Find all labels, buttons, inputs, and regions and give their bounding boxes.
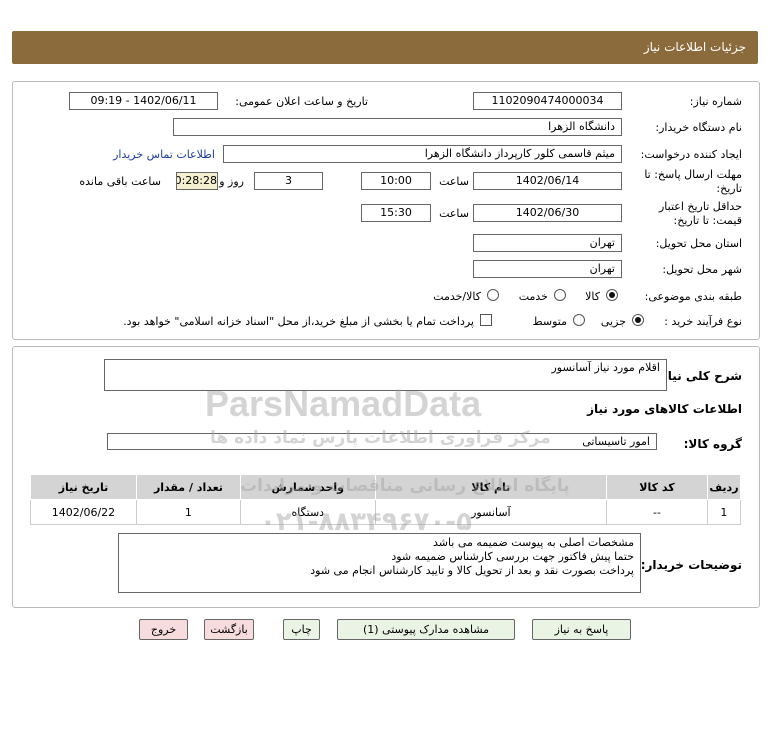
days-label: روز و xyxy=(219,175,244,188)
validity-time-label: ساعت xyxy=(439,207,469,220)
remaining-label: ساعت باقی مانده xyxy=(79,175,161,188)
deadline-date-field: 1402/06/14 xyxy=(473,172,622,190)
category-radio-goods[interactable] xyxy=(606,289,618,301)
buyer-notes-label: توضیحات خریدار: xyxy=(640,558,742,572)
col-date: تاریخ نیاز xyxy=(30,474,137,500)
col-qty: تعداد / مقدار xyxy=(135,474,241,500)
validity-label-2: قیمت: تا تاریخ: xyxy=(673,214,742,227)
category-radio-service[interactable] xyxy=(554,289,566,301)
category-goods-label: کالا xyxy=(585,290,600,303)
reply-button[interactable]: پاسخ به نیاز xyxy=(532,619,631,640)
days-field: 3 xyxy=(254,172,323,190)
page-title: جزئیات اطلاعات نیاز xyxy=(643,40,746,54)
announce-field: 1402/06/11 - 09:19 xyxy=(69,92,218,110)
goods-group-label: گروه کالا: xyxy=(683,437,742,451)
deadline-label: مهلت ارسال پاسخ: تا xyxy=(644,168,742,181)
cell-unit: دستگاه xyxy=(239,499,376,525)
view-attachments-button[interactable]: مشاهده مدارک پیوستی (1) xyxy=(337,619,515,640)
page-header: جزئیات اطلاعات نیاز xyxy=(12,31,758,64)
category-service-label: خدمت xyxy=(518,290,548,303)
col-row: ردیف xyxy=(706,474,742,500)
summary-field: اقلام مورد نیاز آسانسور xyxy=(104,359,667,391)
back-button[interactable]: بازگشت xyxy=(204,619,254,640)
deadline-time-field: 10:00 xyxy=(361,172,431,190)
goods-table-header: ردیف کد کالا نام کالا واحد شمارش تعداد /… xyxy=(30,474,742,500)
deadline-time-label: ساعت xyxy=(439,175,469,188)
validity-time-field: 15:30 xyxy=(361,204,431,222)
category-label: طبقه بندی موضوعی: xyxy=(644,290,742,303)
need-number-label: شماره نیاز: xyxy=(689,95,742,108)
creator-label: ایجاد کننده درخواست: xyxy=(640,148,742,161)
buyer-note-line: مشخصات اصلی به پیوست ضمیمه می باشد xyxy=(432,536,634,549)
goods-table: ردیف کد کالا نام کالا واحد شمارش تعداد /… xyxy=(30,474,742,525)
cell-row: 1 xyxy=(706,499,742,525)
announce-label: تاریخ و ساعت اعلان عمومی: xyxy=(235,95,368,108)
print-button[interactable]: چاپ xyxy=(283,619,320,640)
need-number-field: 1102090474000034 xyxy=(473,92,622,110)
validity-label: حداقل تاریخ اعتبار xyxy=(658,200,742,213)
contact-buyer-link[interactable]: اطلاعات تماس خریدار xyxy=(113,148,215,161)
buyer-note-line: حتما پیش فاکتور جهت بررسی کارشناس ضمیمه … xyxy=(391,550,634,563)
process-medium-label: متوسط xyxy=(532,315,567,328)
province-field: تهران xyxy=(473,234,622,252)
city-field: تهران xyxy=(473,260,622,278)
col-name: نام کالا xyxy=(374,474,608,500)
creator-field: میثم قاسمی کلور کارپرداز دانشگاه الزهرا xyxy=(223,145,622,163)
cell-name: آسانسور xyxy=(374,499,608,525)
process-label: نوع فرآیند خرید : xyxy=(664,315,742,328)
treasury-payment-note: پرداخت تمام یا بخشی از مبلغ خرید،از محل … xyxy=(123,315,474,328)
table-row: 1 -- آسانسور دستگاه 1 1402/06/22 xyxy=(30,499,742,525)
process-minor-label: جزیی xyxy=(600,315,626,328)
buyer-org-label: نام دستگاه خریدار: xyxy=(655,121,742,134)
col-unit: واحد شمارش xyxy=(239,474,376,500)
buyer-notes-field: مشخصات اصلی به پیوست ضمیمه می باشد حتما … xyxy=(118,533,641,593)
city-label: شهر محل تحویل: xyxy=(662,263,742,276)
treasury-payment-checkbox[interactable] xyxy=(480,314,492,326)
category-radio-both[interactable] xyxy=(487,289,499,301)
validity-date-field: 1402/06/30 xyxy=(473,204,622,222)
cell-qty: 1 xyxy=(135,499,241,525)
goods-info-title: اطلاعات کالاهای مورد نیاز xyxy=(587,402,742,416)
category-both-label: کالا/خدمت xyxy=(433,290,481,303)
cell-code: -- xyxy=(606,499,708,525)
cell-date: 1402/06/22 xyxy=(30,499,137,525)
summary-label: شرح کلی نیاز: xyxy=(656,369,742,383)
province-label: استان محل تحویل: xyxy=(655,237,742,250)
buyer-note-line: پرداخت بصورت نقد و بعد از تحویل کالا و ت… xyxy=(310,564,634,577)
remaining-time-field: 00:28:28 xyxy=(176,172,218,190)
deadline-label-2: تاریخ: xyxy=(716,182,742,195)
buyer-org-field: دانشگاه الزهرا xyxy=(173,118,622,136)
exit-button[interactable]: خروج xyxy=(139,619,188,640)
process-radio-medium[interactable] xyxy=(573,314,585,326)
goods-group-field: امور تاسیساتی xyxy=(107,433,657,450)
process-radio-minor[interactable] xyxy=(632,314,644,326)
col-code: کد کالا xyxy=(606,474,708,500)
